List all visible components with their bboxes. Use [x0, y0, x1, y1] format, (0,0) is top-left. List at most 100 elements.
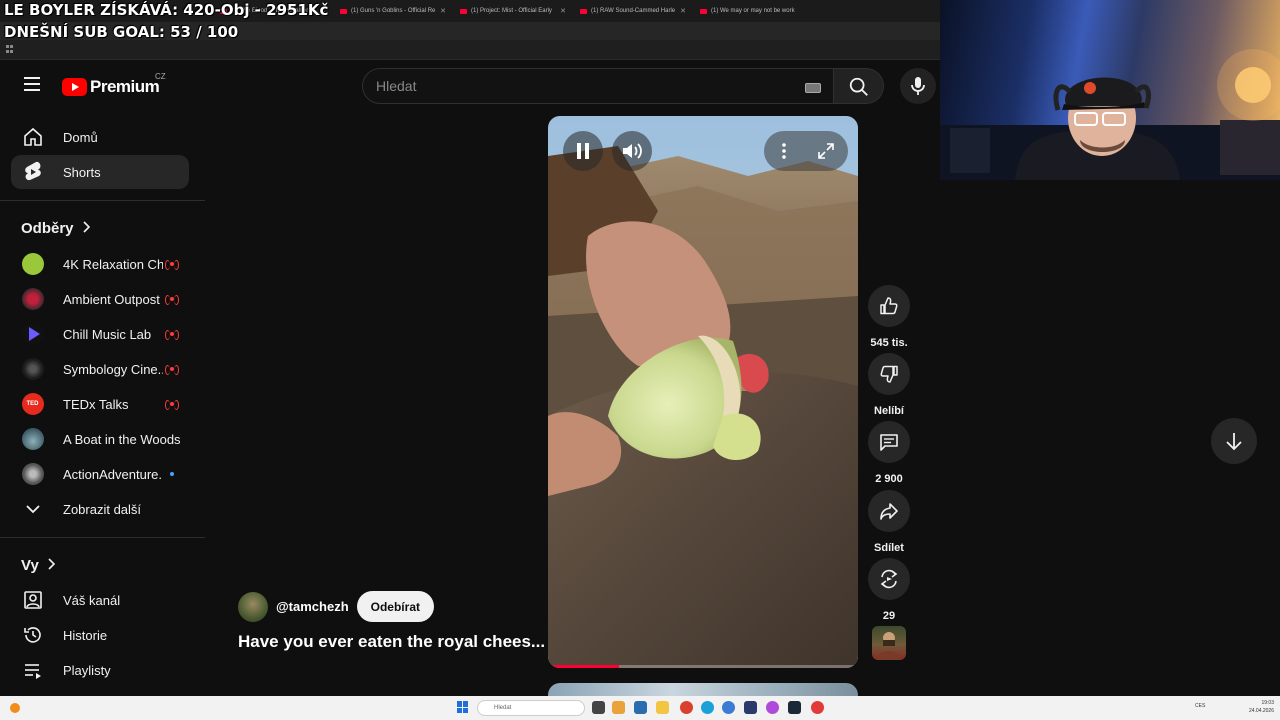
sidebar-item-subscription[interactable]: Symbology Cine...	[11, 352, 189, 386]
taskbar-widget-icon[interactable]	[10, 703, 20, 713]
home-icon	[21, 125, 45, 149]
comments-button[interactable]	[868, 421, 910, 463]
sidebar-item-subscription[interactable]: TED TEDx Talks	[11, 387, 189, 421]
sidebar-item-playlists[interactable]: Playlisty	[11, 653, 189, 687]
comments-action: 2 900	[868, 421, 910, 485]
youtube-favicon-icon	[580, 8, 587, 14]
youtube-favicon-icon	[340, 8, 347, 14]
share-action: Sdílet	[868, 490, 910, 554]
thumbs-up-icon	[880, 297, 898, 315]
country-code: CZ	[155, 72, 166, 81]
subscriptions-header[interactable]: Odběry	[21, 220, 90, 237]
browser-tab[interactable]: (1) Guns 'n Goblins - Official Re ✕	[340, 7, 446, 15]
task-view-icon[interactable]	[592, 701, 605, 714]
steam-icon[interactable]	[788, 701, 801, 714]
app-icon[interactable]	[766, 701, 779, 714]
apps-grid-icon[interactable]	[6, 45, 14, 53]
more-options-button[interactable]	[764, 131, 804, 171]
windows-start-icon[interactable]	[457, 701, 469, 713]
arrow-down-icon	[1226, 433, 1242, 451]
file-explorer-icon[interactable]	[656, 701, 669, 714]
channel-name[interactable]: @tamchezh	[276, 599, 349, 614]
volume-button[interactable]	[612, 131, 652, 171]
share-label: Sdílet	[874, 542, 904, 554]
tab-close-icon[interactable]: ✕	[560, 7, 566, 15]
search-icon	[849, 77, 868, 96]
microphone-icon	[911, 77, 925, 95]
live-icon	[165, 295, 179, 305]
short-title[interactable]: Have you ever eaten the royal chees...	[238, 632, 545, 652]
chevron-right-icon	[82, 220, 90, 237]
expand-icon	[818, 143, 834, 159]
chrome-icon[interactable]	[680, 701, 693, 714]
video-progress-fill	[548, 665, 620, 668]
input-language[interactable]: CES	[1195, 703, 1205, 709]
next-video-button[interactable]	[1211, 418, 1257, 464]
dislike-button[interactable]	[868, 353, 910, 395]
fullscreen-button[interactable]	[806, 131, 846, 171]
tab-close-icon[interactable]: ✕	[440, 7, 446, 15]
pause-button[interactable]	[563, 131, 603, 171]
you-header[interactable]: Vy	[21, 557, 55, 574]
search-box	[362, 68, 834, 104]
clock[interactable]: 19:03 24.04.2026	[1240, 699, 1274, 715]
account-box-icon	[21, 588, 45, 612]
sidebar-item-subscription[interactable]: Chill Music Lab	[11, 317, 189, 351]
divider	[0, 200, 205, 201]
sidebar-show-more[interactable]: Zobrazit další	[11, 492, 189, 526]
sidebar-item-subscription[interactable]: Ambient Outpost	[11, 282, 189, 316]
sidebar-item-your-channel[interactable]: Váš kanál	[11, 583, 189, 617]
short-video-player[interactable]	[548, 116, 858, 668]
remix-button[interactable]	[868, 558, 910, 600]
browser-tab[interactable]: (1) We may or may not be work	[700, 8, 806, 14]
channel-avatar[interactable]	[238, 591, 268, 622]
widgets-icon[interactable]	[612, 701, 625, 714]
youtube-play-icon	[62, 78, 87, 96]
tedx-avatar: TED	[21, 393, 44, 415]
sidebar-item-history[interactable]: Historie	[11, 618, 189, 652]
search-button[interactable]	[834, 68, 884, 104]
channel-avatar	[21, 323, 44, 345]
app-icon[interactable]	[722, 701, 735, 714]
app-icon[interactable]	[811, 701, 824, 714]
youtube-premium-logo[interactable]: Premium CZ	[62, 72, 166, 97]
sidebar-item-shorts[interactable]: Shorts	[11, 155, 189, 189]
hamburger-menu-icon[interactable]	[20, 73, 44, 97]
webcam-feed	[940, 49, 1280, 180]
video-progress-bar[interactable]	[548, 665, 858, 668]
share-button[interactable]	[868, 490, 910, 532]
like-count: 545 tis.	[870, 337, 908, 349]
chevron-down-icon	[21, 497, 45, 521]
stream-overlay-sub-goal: DNEŠNÍ SUB GOAL: 53 / 100	[4, 23, 239, 41]
keyboard-icon[interactable]	[805, 83, 821, 93]
channel-avatar	[21, 428, 44, 450]
youtube-favicon-icon	[700, 8, 707, 14]
sidebar-item-home[interactable]: Domů	[11, 120, 189, 154]
like-action: 545 tis.	[868, 285, 910, 349]
masthead: Premium CZ	[0, 60, 940, 112]
tab-close-icon[interactable]: ✕	[680, 7, 686, 15]
search-input[interactable]	[376, 78, 776, 94]
short-channel-row: @tamchezh Odebírat	[238, 591, 434, 622]
shorts-icon	[21, 160, 45, 184]
streamer-webcam	[940, 0, 1280, 180]
sound-thumbnail[interactable]	[872, 626, 906, 660]
voice-search-button[interactable]	[900, 68, 936, 104]
browser-tab[interactable]: (1) Project: Mist - Official Early ✕	[460, 7, 566, 15]
sidebar-item-subscription[interactable]: 4K Relaxation Ch...	[11, 247, 189, 281]
volume-icon	[623, 143, 642, 159]
remix-count: 29	[882, 610, 896, 622]
edge-icon[interactable]	[701, 701, 714, 714]
sidebar-item-subscription[interactable]: ActionAdventure...	[11, 457, 189, 491]
live-icon	[165, 365, 179, 375]
subscribe-button[interactable]: Odebírat	[356, 591, 434, 622]
like-button[interactable]	[868, 285, 910, 327]
sidebar-item-subscription[interactable]: A Boat in the Woods	[11, 422, 189, 456]
windows-taskbar: Hledat CES 19:03 24.04.2026	[0, 696, 1280, 720]
live-icon	[165, 400, 179, 410]
channel-avatar	[21, 358, 44, 380]
taskbar-search[interactable]: Hledat	[477, 700, 585, 716]
app-icon[interactable]	[744, 701, 757, 714]
app-icon[interactable]	[634, 701, 647, 714]
browser-tab[interactable]: (1) RAW Sound-Cammed Harle ✕	[580, 7, 686, 15]
